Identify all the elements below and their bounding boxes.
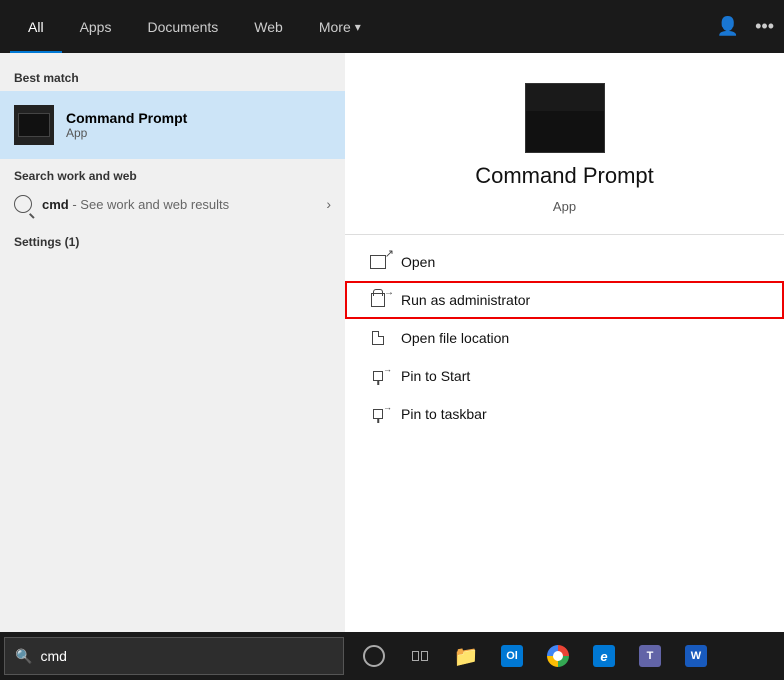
chrome-icon: [547, 645, 569, 667]
open-icon-shape: [370, 255, 386, 269]
settings-section: Settings (1): [0, 229, 345, 255]
arrow-right-icon: ›: [326, 196, 331, 212]
search-web-text: cmd - See work and web results: [42, 197, 229, 212]
taskbar-chrome[interactable]: [536, 632, 580, 680]
file-icon: [369, 329, 387, 347]
action-run-as-admin[interactable]: Run as administrator: [345, 281, 784, 319]
action-open-file-location[interactable]: Open file location: [345, 319, 784, 357]
nav-apps[interactable]: Apps: [62, 0, 130, 53]
taskbar-outlook[interactable]: Ol: [490, 632, 534, 680]
action-list: Open Run as administrator Open file loca…: [345, 234, 784, 441]
taskbar-search-text: cmd: [40, 648, 66, 664]
more-options-icon[interactable]: •••: [755, 16, 774, 37]
taskbar-search[interactable]: 🔍 cmd: [4, 637, 344, 675]
edge-icon: e: [593, 645, 615, 667]
best-match-label: Best match: [0, 65, 345, 91]
pin-start-icon: [369, 367, 387, 385]
taskbar: 🔍 cmd 📁 Ol e T W: [0, 632, 784, 680]
action-pin-to-taskbar[interactable]: Pin to taskbar: [345, 395, 784, 433]
search-web-label: Search work and web: [14, 169, 331, 183]
pin-icon-shape: [370, 368, 386, 384]
file-explorer-icon: 📁: [454, 644, 479, 669]
taskbar-task-view[interactable]: [398, 632, 442, 680]
admin-icon: [369, 291, 387, 309]
search-web-section: Search work and web cmd - See work and w…: [0, 159, 345, 229]
cmd-icon-large: [525, 83, 605, 153]
result-name: Command Prompt: [66, 110, 187, 126]
word-icon: W: [685, 645, 707, 667]
taskbar-edge[interactable]: e: [582, 632, 626, 680]
taskbar-icons: 📁 Ol e T W: [352, 632, 718, 680]
admin-icon-shape: [371, 293, 385, 307]
search-web-item[interactable]: cmd - See work and web results ›: [14, 189, 331, 219]
top-navigation: All Apps Documents Web More ▾ 👤 •••: [0, 0, 784, 53]
action-open[interactable]: Open: [345, 243, 784, 281]
pin-taskbar-icon-shape: [370, 406, 386, 422]
windows-icon: [363, 645, 385, 667]
settings-label: Settings (1): [14, 235, 331, 249]
teams-icon: T: [639, 645, 661, 667]
app-detail-top: Command Prompt App: [345, 53, 784, 234]
taskbar-teams[interactable]: T: [628, 632, 672, 680]
app-icon-small: [14, 105, 54, 145]
pin-taskbar-icon: [369, 405, 387, 423]
file-icon-shape: [372, 331, 384, 345]
left-panel: Best match Command Prompt App Search wor…: [0, 53, 345, 680]
result-type: App: [66, 126, 187, 140]
nav-all[interactable]: All: [10, 0, 62, 53]
nav-documents[interactable]: Documents: [129, 0, 236, 53]
nav-more[interactable]: More ▾: [301, 0, 379, 53]
taskbar-search-icon: 🔍: [15, 648, 32, 665]
taskbar-windows-button[interactable]: [352, 632, 396, 680]
outlook-icon: Ol: [501, 645, 523, 667]
command-prompt-result[interactable]: Command Prompt App: [0, 91, 345, 159]
app-detail-type: App: [553, 199, 576, 214]
nav-right-actions: 👤 •••: [717, 16, 774, 37]
chevron-down-icon: ▾: [355, 20, 361, 34]
search-icon: [14, 195, 32, 213]
open-icon: [369, 253, 387, 271]
task-view-icon: [412, 651, 428, 661]
cmd-icon-small: [18, 113, 50, 137]
taskbar-word[interactable]: W: [674, 632, 718, 680]
nav-web[interactable]: Web: [236, 0, 301, 53]
app-detail-name: Command Prompt: [475, 163, 654, 189]
action-pin-to-start[interactable]: Pin to Start: [345, 357, 784, 395]
right-panel: Command Prompt App Open Run as administr…: [345, 53, 784, 680]
main-content: Best match Command Prompt App Search wor…: [0, 53, 784, 680]
taskbar-file-explorer[interactable]: 📁: [444, 632, 488, 680]
result-text: Command Prompt App: [66, 110, 187, 140]
user-icon[interactable]: 👤: [717, 16, 739, 37]
